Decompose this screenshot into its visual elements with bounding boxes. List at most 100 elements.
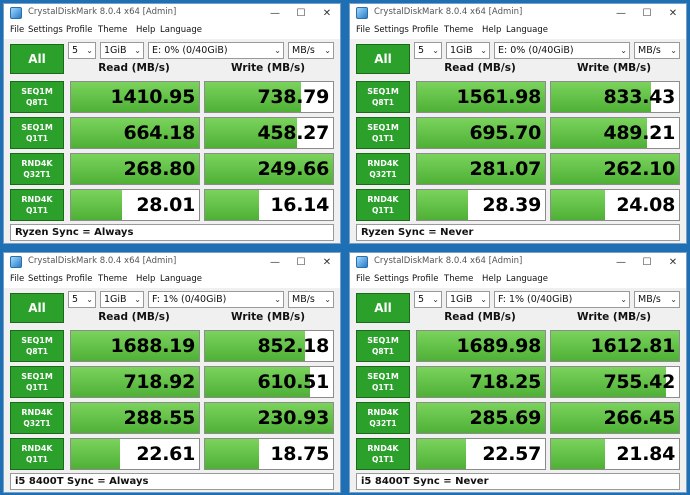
read-result-bar: [417, 439, 466, 469]
comment-field[interactable]: Ryzen Sync = Never: [356, 224, 680, 241]
menu-item[interactable]: Settings: [374, 25, 409, 35]
menu-item[interactable]: Theme: [444, 274, 473, 284]
menu-item[interactable]: File: [356, 25, 370, 35]
chevron-down-icon: ⌄: [324, 46, 331, 55]
test-count-select[interactable]: 5 ⌄: [414, 42, 442, 59]
menu-item[interactable]: Profile: [66, 25, 92, 35]
menu-item[interactable]: Help: [482, 25, 501, 35]
test-button[interactable]: RND4K Q1T1: [356, 438, 410, 470]
read-result-bar: [417, 190, 469, 220]
test-size-select[interactable]: 1GiB ⌄: [100, 42, 144, 59]
drive-select[interactable]: E: 0% (0/40GiB) ⌄: [148, 42, 284, 59]
maximize-icon[interactable]: ☐: [288, 253, 314, 272]
test-button[interactable]: RND4K Q32T1: [356, 153, 410, 185]
all-button[interactable]: All: [356, 293, 410, 323]
read-result-cell: 22.61: [70, 438, 200, 470]
test-count-select[interactable]: 5 ⌄: [68, 42, 96, 59]
test-button[interactable]: RND4K Q1T1: [10, 189, 64, 221]
test-button[interactable]: RND4K Q1T1: [356, 189, 410, 221]
unit-select[interactable]: MB/s ⌄: [634, 42, 680, 59]
test-button[interactable]: SEQ1M Q8T1: [356, 81, 410, 113]
test-size-select[interactable]: 1GiB ⌄: [446, 42, 490, 59]
test-button[interactable]: SEQ1M Q8T1: [10, 81, 64, 113]
maximize-icon[interactable]: ☐: [634, 4, 660, 23]
write-result-value: 262.10: [603, 158, 675, 180]
minimize-icon[interactable]: —: [608, 4, 634, 23]
minimize-icon[interactable]: —: [262, 4, 288, 23]
chevron-down-icon: ⌄: [432, 295, 439, 304]
test-queue-threads: Q1T1: [26, 455, 48, 464]
menu-item[interactable]: Theme: [98, 274, 127, 284]
minimize-icon[interactable]: —: [608, 253, 634, 272]
unit-select[interactable]: MB/s ⌄: [288, 291, 334, 308]
menu-item[interactable]: Language: [160, 25, 202, 35]
chevron-down-icon: ⌄: [432, 46, 439, 55]
drive-select[interactable]: F: 1% (0/40GiB) ⌄: [494, 291, 630, 308]
write-result-bar: [205, 439, 259, 469]
write-result-cell: 21.84: [550, 438, 680, 470]
menu-item[interactable]: File: [10, 274, 24, 284]
title-bar[interactable]: CrystalDiskMark 8.0.4 x64 [Admin] — ☐ ✕: [350, 253, 686, 272]
test-button[interactable]: SEQ1M Q1T1: [356, 117, 410, 149]
title-bar[interactable]: CrystalDiskMark 8.0.4 x64 [Admin] — ☐ ✕: [4, 4, 340, 23]
close-icon[interactable]: ✕: [660, 4, 686, 23]
test-size-select[interactable]: 1GiB ⌄: [446, 291, 490, 308]
title-bar[interactable]: CrystalDiskMark 8.0.4 x64 [Admin] — ☐ ✕: [4, 253, 340, 272]
drive-value: F: 1% (0/40GiB): [152, 294, 227, 305]
menu-item[interactable]: Help: [482, 274, 501, 284]
write-result-bar: [205, 190, 259, 220]
write-result-value: 230.93: [257, 407, 329, 429]
menu-item[interactable]: Theme: [444, 25, 473, 35]
comment-field[interactable]: i5 8400T Sync = Always: [10, 473, 334, 490]
menu-item[interactable]: Language: [506, 25, 548, 35]
write-result-cell: 16.14: [204, 189, 334, 221]
menu-item[interactable]: Profile: [412, 274, 438, 284]
all-button[interactable]: All: [10, 44, 64, 74]
test-count-select[interactable]: 5 ⌄: [68, 291, 96, 308]
test-button[interactable]: RND4K Q32T1: [356, 402, 410, 434]
menu-item[interactable]: Help: [136, 274, 155, 284]
test-queue-threads: Q1T1: [26, 206, 48, 215]
read-result-value: 664.18: [123, 122, 195, 144]
menu-item[interactable]: File: [356, 274, 370, 284]
test-queue-threads: Q8T1: [26, 98, 48, 107]
drive-select[interactable]: F: 1% (0/40GiB) ⌄: [148, 291, 284, 308]
close-icon[interactable]: ✕: [660, 253, 686, 272]
test-button[interactable]: SEQ1M Q1T1: [356, 366, 410, 398]
menu-item[interactable]: Profile: [412, 25, 438, 35]
test-count-select[interactable]: 5 ⌄: [414, 291, 442, 308]
maximize-icon[interactable]: ☐: [634, 253, 660, 272]
drive-select[interactable]: E: 0% (0/40GiB) ⌄: [494, 42, 630, 59]
test-name: RND4K: [367, 408, 399, 417]
unit-select[interactable]: MB/s ⌄: [288, 42, 334, 59]
close-icon[interactable]: ✕: [314, 253, 340, 272]
test-size-select[interactable]: 1GiB ⌄: [100, 291, 144, 308]
maximize-icon[interactable]: ☐: [288, 4, 314, 23]
comment-field[interactable]: i5 8400T Sync = Never: [356, 473, 680, 490]
minimize-icon[interactable]: —: [262, 253, 288, 272]
menu-item[interactable]: Theme: [98, 25, 127, 35]
comment-field[interactable]: Ryzen Sync = Always: [10, 224, 334, 241]
all-button[interactable]: All: [10, 293, 64, 323]
menu-item[interactable]: Help: [136, 25, 155, 35]
menu-item[interactable]: Language: [160, 274, 202, 284]
all-button[interactable]: All: [356, 44, 410, 74]
menu-item[interactable]: Language: [506, 274, 548, 284]
menu-item[interactable]: File: [10, 25, 24, 35]
test-button[interactable]: SEQ1M Q8T1: [10, 330, 64, 362]
test-button[interactable]: SEQ1M Q1T1: [10, 117, 64, 149]
test-button[interactable]: SEQ1M Q8T1: [356, 330, 410, 362]
write-result-cell: 230.93: [204, 402, 334, 434]
test-button[interactable]: RND4K Q32T1: [10, 402, 64, 434]
menu-item[interactable]: Profile: [66, 274, 92, 284]
menu-item[interactable]: Settings: [374, 274, 409, 284]
test-button[interactable]: SEQ1M Q1T1: [10, 366, 64, 398]
title-bar[interactable]: CrystalDiskMark 8.0.4 x64 [Admin] — ☐ ✕: [350, 4, 686, 23]
menu-item[interactable]: Settings: [28, 25, 63, 35]
test-button[interactable]: RND4K Q1T1: [10, 438, 64, 470]
menu-item[interactable]: Settings: [28, 274, 63, 284]
test-name: RND4K: [21, 444, 53, 453]
close-icon[interactable]: ✕: [314, 4, 340, 23]
test-button[interactable]: RND4K Q32T1: [10, 153, 64, 185]
unit-select[interactable]: MB/s ⌄: [634, 291, 680, 308]
